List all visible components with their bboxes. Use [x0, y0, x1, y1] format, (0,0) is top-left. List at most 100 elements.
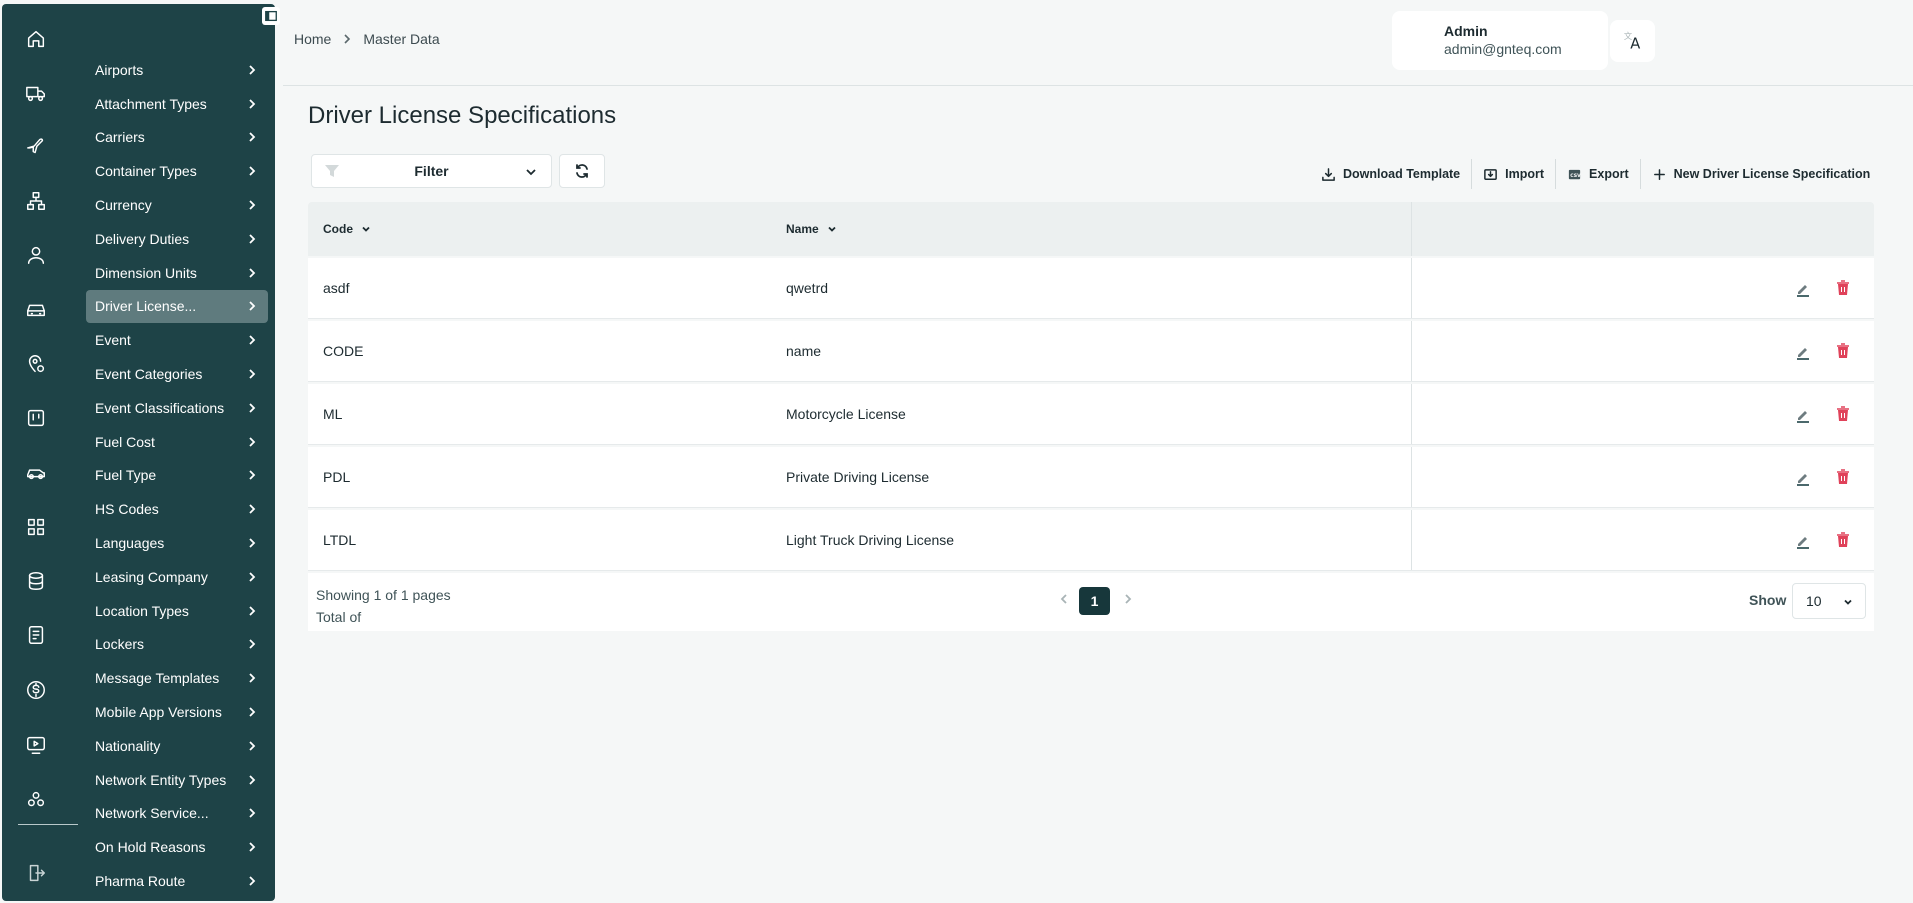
sidebar-item[interactable]: Nationality — [86, 729, 268, 763]
board-icon[interactable] — [22, 404, 50, 432]
edit-icon[interactable] — [1794, 532, 1812, 550]
chevron-right-icon — [249, 234, 256, 244]
sidebar-item[interactable]: Lockers — [86, 628, 268, 662]
network-icon[interactable] — [22, 187, 50, 215]
delete-icon[interactable] — [1835, 342, 1851, 360]
chevron-right-icon — [249, 707, 256, 717]
location-settings-icon[interactable] — [22, 350, 50, 378]
sidebar-item-label: Message Templates — [95, 670, 220, 687]
sidebar-item[interactable]: Mobile App Versions — [86, 695, 268, 729]
grid-icon[interactable] — [22, 513, 50, 541]
logout-icon[interactable] — [22, 859, 50, 887]
truck-icon[interactable] — [22, 79, 50, 107]
sidebar-item[interactable]: Fuel Cost — [86, 425, 268, 459]
export-button[interactable]: CSV Export — [1556, 159, 1641, 189]
breadcrumb-current: Master Data — [363, 31, 440, 47]
sidebar-item[interactable]: Event Categories — [86, 357, 268, 391]
vehicle-front-icon[interactable] — [22, 295, 50, 323]
database-icon[interactable] — [22, 567, 50, 595]
chevron-right-icon — [249, 470, 256, 481]
table-row: LTDL Light Truck Driving License — [308, 510, 1874, 571]
delete-icon[interactable] — [1835, 279, 1851, 297]
plane-icon[interactable] — [22, 133, 50, 161]
sidebar-item[interactable]: Driver License... — [86, 289, 268, 324]
edit-icon[interactable] — [1794, 469, 1812, 487]
edit-icon[interactable] — [1794, 280, 1812, 298]
column-header-name[interactable]: Name — [786, 222, 837, 236]
download-template-button[interactable]: Download Template — [1310, 159, 1473, 189]
sidebar-item[interactable]: Delivery Duties — [86, 222, 268, 256]
import-button[interactable]: Import — [1472, 159, 1557, 189]
sidebar-item-label: Event Categories — [95, 366, 203, 383]
download-icon — [1322, 167, 1335, 181]
chevron-right-icon — [249, 335, 256, 345]
top-bar: Home Master Data A文 — [283, 0, 1913, 86]
document-icon[interactable] — [22, 621, 50, 649]
sidebar-item-label: Driver License... — [95, 298, 197, 315]
chevron-right-icon — [249, 99, 256, 109]
sidebar-item[interactable]: Leasing Company — [86, 560, 268, 594]
sidebar-item[interactable]: Location Types — [86, 594, 268, 628]
delete-icon[interactable] — [1835, 405, 1851, 423]
sidebar-item[interactable]: Container Types — [86, 154, 268, 188]
sidebar-item[interactable]: Pharma Route — [86, 864, 268, 898]
cell-code: CODE — [323, 343, 364, 359]
sidebar-item[interactable]: Languages — [86, 526, 268, 560]
chevron-right-icon — [249, 876, 256, 886]
language-button[interactable]: A文 — [1610, 20, 1655, 62]
page-size-select[interactable]: 10 — [1792, 583, 1866, 619]
breadcrumb-home[interactable]: Home — [294, 31, 331, 47]
chevron-right-icon — [249, 741, 256, 751]
chevron-right-icon — [249, 842, 256, 852]
column-separator — [1411, 510, 1412, 570]
sidebar-item[interactable]: Dimension Units — [86, 256, 268, 290]
home-icon[interactable] — [22, 25, 50, 53]
sidebar-item[interactable]: Attachment Types — [86, 87, 268, 121]
monitor-play-icon[interactable] — [22, 731, 50, 759]
chevron-right-icon — [249, 65, 256, 75]
table-body: asdf qwetrd CODE name ML Motorcycle License PD… — [308, 258, 1874, 571]
user-name: Admin — [1444, 23, 1488, 39]
filter-dropdown[interactable]: Filter — [311, 154, 552, 188]
sidebar-item[interactable]: Currency — [86, 188, 268, 222]
sidebar-item[interactable]: Event Classifications — [86, 391, 268, 425]
column-header-name-label: Name — [786, 222, 819, 236]
plus-icon — [1653, 168, 1665, 180]
sidebar-item[interactable]: Message Templates — [86, 661, 268, 695]
car-icon[interactable] — [22, 458, 50, 486]
translate-icon: A文 — [1623, 31, 1639, 52]
cell-code: PDL — [323, 469, 351, 485]
breadcrumb: Home Master Data — [294, 31, 440, 47]
column-separator — [1411, 447, 1412, 507]
sidebar-item[interactable]: Carriers — [86, 121, 268, 155]
refresh-button[interactable] — [559, 154, 605, 188]
column-separator — [1411, 321, 1412, 381]
sidebar-item[interactable]: Network Service... — [86, 797, 268, 831]
user-icon[interactable] — [22, 241, 50, 269]
edit-icon[interactable] — [1794, 406, 1812, 424]
page-button[interactable]: 1 — [1079, 587, 1110, 615]
sidebar-item[interactable]: Airports — [86, 53, 268, 87]
column-header-code[interactable]: Code — [323, 222, 371, 236]
new-item-button[interactable]: New Driver License Specification — [1641, 159, 1882, 189]
cluster-icon[interactable] — [22, 786, 50, 814]
edit-icon[interactable] — [1794, 343, 1812, 361]
filter-icon — [325, 165, 339, 177]
delete-icon[interactable] — [1835, 468, 1851, 486]
delete-icon[interactable] — [1835, 531, 1851, 549]
cell-code: asdf — [323, 280, 350, 296]
sidebar-item[interactable]: HS Codes — [86, 492, 268, 526]
next-page-icon[interactable] — [1122, 593, 1134, 605]
user-profile-card[interactable]: Admin admin@gnteq.com — [1392, 11, 1608, 70]
panel-toggle-icon — [265, 10, 277, 22]
rail-divider — [18, 824, 78, 825]
sidebar-item[interactable]: Network Entity Types — [86, 763, 268, 797]
chevron-right-icon — [249, 437, 256, 447]
sidebar-item-label: Currency — [95, 197, 152, 214]
dollar-icon[interactable] — [22, 676, 50, 704]
sidebar-collapse-button[interactable] — [262, 7, 280, 25]
sidebar-item[interactable]: Fuel Type — [86, 459, 268, 493]
previous-page-icon[interactable] — [1058, 593, 1070, 605]
sidebar-item[interactable]: On Hold Reasons — [86, 830, 268, 864]
sidebar-item[interactable]: Event — [86, 323, 268, 357]
